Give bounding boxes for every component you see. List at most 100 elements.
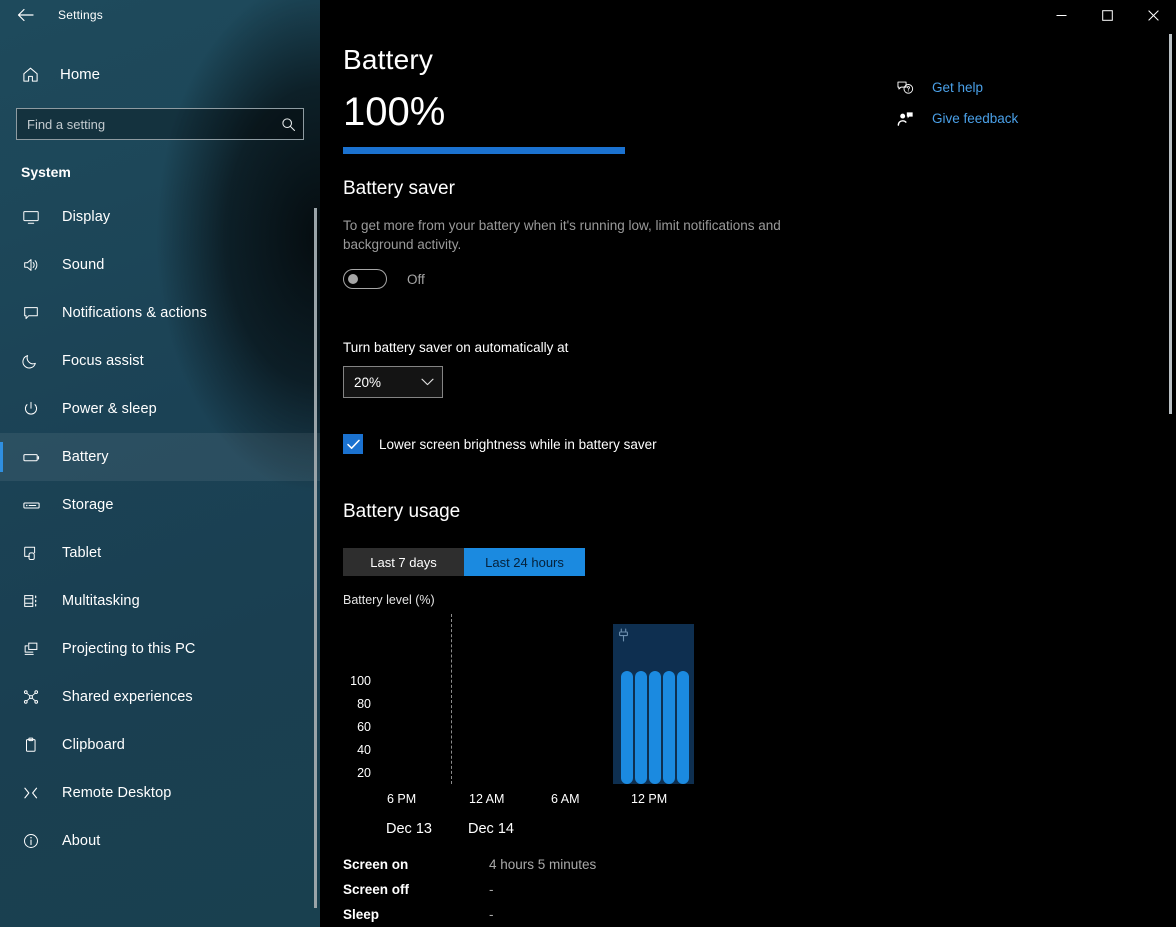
stat-value: 4 hours 5 minutes <box>489 857 597 873</box>
sidebar-item-storage[interactable]: Storage <box>0 481 320 529</box>
moon-icon <box>21 351 41 371</box>
sidebar-item-label: Multitasking <box>62 593 140 609</box>
sidebar-item-projecting[interactable]: Projecting to this PC <box>0 625 320 673</box>
battery-usage-chart: 100 80 60 40 20 6 PM 12 AM 6 AM 12 PM De… <box>343 614 863 837</box>
y-tick-label: 100 <box>350 674 371 689</box>
sidebar-item-battery[interactable]: Battery <box>0 433 320 481</box>
stat-row: Sleep - <box>343 902 813 927</box>
sidebar-item-label: Storage <box>62 497 114 513</box>
sidebar-item-label: Display <box>62 209 111 225</box>
sidebar-item-tablet[interactable]: Tablet <box>0 529 320 577</box>
sidebar-item-label: Tablet <box>62 545 102 561</box>
sidebar-nav: Display Sound Notifications & actions Fo… <box>0 193 320 865</box>
sidebar-item-display[interactable]: Display <box>0 193 320 241</box>
stat-value: - <box>489 882 494 898</box>
home-icon <box>21 65 39 83</box>
stat-row: Screen off - <box>343 877 813 902</box>
storage-icon <box>21 495 41 515</box>
toggle-knob <box>348 274 358 285</box>
battery-usage-range-tabs: Last 7 days Last 24 hours <box>343 548 585 577</box>
auto-on-dropdown[interactable]: 20% <box>343 366 443 399</box>
chart-bar <box>663 671 675 785</box>
sidebar-item-label: Notifications & actions <box>62 305 207 321</box>
battery-saver-toggle-state: Off <box>407 271 425 287</box>
help-bubble-icon <box>896 80 914 96</box>
stat-row: Screen on 4 hours 5 minutes <box>343 852 813 877</box>
chart-bar <box>649 671 661 785</box>
chart-x-axis-labels: 6 PM 12 AM 6 AM 12 PM <box>343 792 863 812</box>
back-button[interactable] <box>10 1 40 29</box>
sidebar-item-label: Shared experiences <box>62 689 193 705</box>
chevron-down-icon <box>421 378 434 386</box>
stat-key: Screen off <box>343 882 410 898</box>
lower-brightness-row[interactable]: Lower screen brightness while in battery… <box>343 434 1176 455</box>
window-titlebar-left: Settings <box>0 0 320 30</box>
chart-bar <box>621 671 633 785</box>
clipboard-icon <box>21 735 41 755</box>
chart-plot-area: 100 80 60 40 20 <box>343 614 863 785</box>
projecting-icon <box>21 639 41 659</box>
chart-day-divider <box>451 614 452 785</box>
tab-last-24-hours[interactable]: Last 24 hours <box>464 548 585 577</box>
chart-y-axis-labels: 100 80 60 40 20 <box>343 670 371 785</box>
sidebar-item-label: Sound <box>62 257 105 273</box>
sidebar-item-home[interactable]: Home <box>0 57 320 91</box>
sidebar: Settings Home System <box>0 0 320 927</box>
chart-day-labels: Dec 13 Dec 14 <box>343 821 863 845</box>
sidebar-item-remote-desktop[interactable]: Remote Desktop <box>0 769 320 817</box>
multitasking-icon <box>21 591 41 611</box>
battery-usage-stats: Screen on 4 hours 5 minutes Screen off -… <box>343 852 813 927</box>
sidebar-item-label: Battery <box>62 449 109 465</box>
home-label: Home <box>60 65 101 83</box>
info-icon <box>21 831 41 851</box>
stat-value: - <box>489 907 494 923</box>
sidebar-item-sound[interactable]: Sound <box>0 241 320 289</box>
battery-level-bar-fill <box>343 147 625 154</box>
chart-bars <box>621 671 691 785</box>
sidebar-scrollbar[interactable] <box>314 208 317 908</box>
shared-icon <box>21 687 41 707</box>
search-icon[interactable] <box>273 117 303 132</box>
back-arrow-icon <box>17 8 34 22</box>
get-help-label: Get help <box>932 80 984 95</box>
get-help-link[interactable]: Get help <box>896 72 1126 103</box>
main-content: Battery 100% Battery saver To get more f… <box>320 0 1176 927</box>
sidebar-item-label: Clipboard <box>62 737 125 753</box>
plug-icon <box>618 628 629 647</box>
checkmark-icon <box>346 439 360 449</box>
battery-saver-description: To get more from your battery when it's … <box>343 218 781 253</box>
give-feedback-link[interactable]: Give feedback <box>896 103 1126 134</box>
lower-brightness-checkbox[interactable] <box>343 434 363 455</box>
settings-window: Settings Home System <box>0 0 1176 927</box>
sidebar-item-label: Remote Desktop <box>62 785 172 801</box>
x-tick-label: 12 AM <box>469 792 505 807</box>
battery-saver-toggle[interactable] <box>343 269 387 290</box>
auto-on-label: Turn battery saver on automatically at <box>343 340 569 356</box>
sidebar-item-clipboard[interactable]: Clipboard <box>0 721 320 769</box>
battery-level-bar <box>343 147 625 154</box>
sidebar-item-power-sleep[interactable]: Power & sleep <box>0 385 320 433</box>
sidebar-item-shared-experiences[interactable]: Shared experiences <box>0 673 320 721</box>
battery-saver-heading: Battery saver <box>343 178 455 199</box>
help-links: Get help Give feedback <box>896 72 1126 134</box>
notification-icon <box>21 303 41 323</box>
battery-usage-heading: Battery usage <box>343 501 461 523</box>
search-input[interactable] <box>17 109 273 139</box>
sidebar-item-about[interactable]: About <box>0 817 320 865</box>
auto-on-value: 20% <box>354 374 382 390</box>
sidebar-item-multitasking[interactable]: Multitasking <box>0 577 320 625</box>
search-box[interactable] <box>16 108 304 140</box>
y-tick-label: 40 <box>357 743 371 758</box>
y-tick-label: 60 <box>357 720 371 735</box>
sidebar-item-label: Projecting to this PC <box>62 641 196 657</box>
sidebar-item-label: Focus assist <box>62 353 144 369</box>
sidebar-item-focus-assist[interactable]: Focus assist <box>0 337 320 385</box>
lower-brightness-label: Lower screen brightness while in battery… <box>379 436 657 452</box>
stat-key: Sleep <box>343 907 380 923</box>
tab-last-7-days[interactable]: Last 7 days <box>343 548 464 577</box>
power-icon <box>21 399 41 419</box>
give-feedback-label: Give feedback <box>932 111 1019 126</box>
main-scrollbar[interactable] <box>1169 34 1172 414</box>
sidebar-item-notifications[interactable]: Notifications & actions <box>0 289 320 337</box>
sidebar-item-label: Power & sleep <box>62 401 157 417</box>
